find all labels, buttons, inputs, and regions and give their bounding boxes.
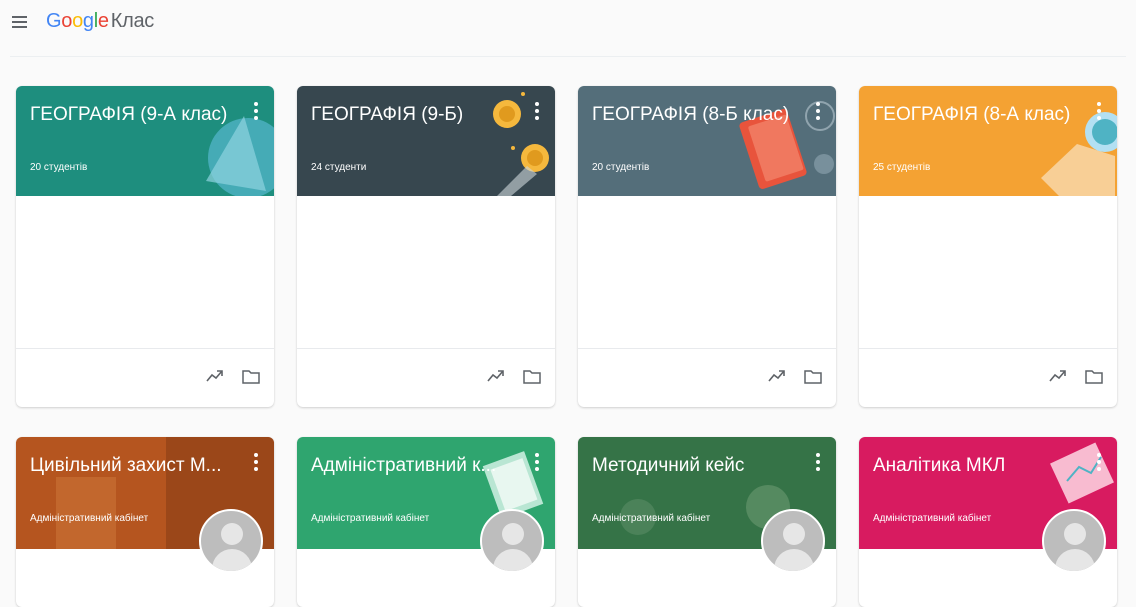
class-card-header[interactable]: ГЕОГРАФІЯ (9-А клас) 20 студентів [16,86,274,196]
class-section: Адміністративний кабінет [873,513,992,524]
trending-up-icon[interactable] [487,369,505,383]
more-vert-icon[interactable] [816,102,820,120]
class-card-body [578,196,836,349]
class-title[interactable]: Методичний кейс [592,455,802,477]
class-title[interactable]: Цивільний захист М... [30,455,240,477]
folder-icon[interactable] [242,369,260,384]
class-title[interactable]: ГЕОГРАФІЯ (8-А клас) [873,104,1083,126]
student-count: 20 студентів [30,162,88,173]
folder-icon[interactable] [523,369,541,384]
teacher-avatar-icon[interactable] [1042,509,1106,573]
map-illustration-icon [1041,112,1117,196]
class-card[interactable]: Аналітика МКЛ Адміністративний кабінет [859,437,1117,607]
more-vert-icon[interactable] [1097,453,1101,471]
teacher-avatar-icon[interactable] [480,509,544,573]
class-section: Адміністративний кабінет [311,513,430,524]
more-vert-icon[interactable] [254,453,258,471]
class-card[interactable]: ГЕОГРАФІЯ (8-Б клас) 20 студентів [578,86,836,407]
trending-up-icon[interactable] [768,369,786,383]
class-card[interactable]: Адміністративний к... Адміністративний к… [297,437,555,607]
class-card-header[interactable]: ГЕОГРАФІЯ (9-Б) 24 студенти [297,86,555,196]
app-header: Google Клас [0,0,1136,46]
class-title[interactable]: ГЕОГРАФІЯ (9-А клас) [30,104,240,126]
class-title[interactable]: Аналітика МКЛ [873,455,1083,477]
folder-icon[interactable] [1085,369,1103,384]
more-vert-icon[interactable] [1097,102,1101,120]
more-vert-icon[interactable] [816,453,820,471]
teacher-avatar-icon[interactable] [199,509,263,573]
more-vert-icon[interactable] [254,102,258,120]
app-logo[interactable]: Google Клас [46,8,154,34]
more-vert-icon[interactable] [535,102,539,120]
class-section: Адміністративний кабінет [592,513,711,524]
hamburger-menu-icon[interactable] [12,13,27,29]
trending-up-icon[interactable] [1049,369,1067,383]
student-count: 24 студенти [311,162,367,173]
class-title[interactable]: ГЕОГРАФІЯ (9-Б) [311,104,521,126]
class-section: Адміністративний кабінет [30,513,149,524]
class-card-body [16,196,274,349]
class-card[interactable]: Методичний кейс Адміністративний кабінет [578,437,836,607]
coins-illustration-icon [493,92,549,196]
class-card-header[interactable]: ГЕОГРАФІЯ (8-Б клас) 20 студентів [578,86,836,196]
class-card-header[interactable]: ГЕОГРАФІЯ (8-А клас) 25 студентів [859,86,1117,196]
class-card-footer [859,349,1117,407]
teacher-avatar-icon[interactable] [761,509,825,573]
student-count: 20 студентів [592,162,650,173]
class-card-footer [297,349,555,407]
class-card[interactable]: ГЕОГРАФІЯ (9-Б) 24 студенти [297,86,555,407]
class-card-body [859,196,1117,349]
class-card-footer [578,349,836,407]
class-card[interactable]: Цивільний захист М... Адміністративний к… [16,437,274,607]
class-card-footer [16,349,274,407]
class-card-body [297,196,555,349]
trending-up-icon[interactable] [206,369,224,383]
class-title[interactable]: ГЕОГРАФІЯ (8-Б клас) [592,104,802,126]
student-count: 25 студентів [873,162,931,173]
more-vert-icon[interactable] [535,453,539,471]
folder-icon[interactable] [804,369,822,384]
class-card[interactable]: ГЕОГРАФІЯ (8-А клас) 25 студентів [859,86,1117,407]
class-title[interactable]: Адміністративний к... [311,455,521,477]
product-name: Клас [110,10,155,32]
google-wordmark: Google [46,10,109,32]
class-card[interactable]: ГЕОГРАФІЯ (9-А клас) 20 студентів [16,86,274,407]
header-divider [10,56,1126,57]
